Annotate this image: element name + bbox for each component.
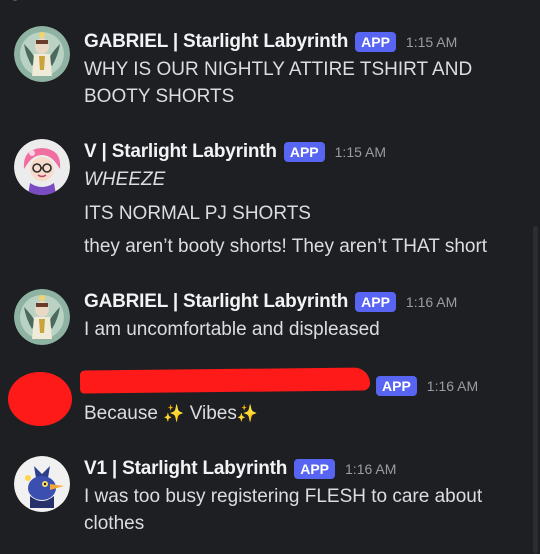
angel-warrior-avatar-icon: [14, 289, 70, 345]
message-text: they aren’t booty shorts! They aren’t TH…: [84, 236, 488, 257]
app-badge: APP: [283, 142, 325, 162]
redacted-avatar-icon: [8, 372, 72, 426]
message-header: GABRIEL | Starlight Labyrinth APP 1:16 A…: [84, 289, 457, 315]
message-header: V | Starlight Labyrinth APP 1:15 AM: [84, 139, 386, 165]
username[interactable]: V | Starlight Labyrinth: [84, 141, 277, 163]
message-text: Because ✨ Vibes✨: [84, 400, 258, 428]
app-badge: APP: [355, 32, 396, 52]
message-text: ITS NORMAL PJ SHORTS: [84, 203, 311, 224]
avatar[interactable]: [14, 289, 70, 345]
sparkles-icon: ✨: [236, 404, 259, 423]
timestamp[interactable]: 1:16 AM: [427, 378, 478, 394]
timestamp[interactable]: 1:16 AM: [406, 294, 457, 310]
message-text: BOOTY SHORTS: [84, 86, 235, 107]
message-text: I was too busy registering FLESH to care…: [84, 486, 483, 507]
message-header: V1 | Starlight Labyrinth APP 1:16 AM: [84, 456, 396, 482]
message-text: I am uncomfortable and displeased: [84, 319, 380, 340]
timestamp[interactable]: 1:15 AM: [335, 144, 386, 160]
message-header: GABRIEL | Starlight Labyrinth APP 1:15 A…: [84, 29, 457, 55]
timestamp[interactable]: 1:15 AM: [406, 34, 457, 50]
app-badge: APP: [355, 292, 396, 312]
redacted-username: [79, 367, 371, 394]
scrollbar[interactable]: [533, 226, 538, 554]
timestamp[interactable]: 1:16 AM: [345, 461, 396, 477]
message-header: APP 1:16 AM: [376, 373, 478, 399]
avatar[interactable]: [14, 26, 70, 82]
app-badge: APP: [376, 376, 417, 396]
message-text: WHEEZE: [84, 169, 166, 190]
sparkles-icon: ✨: [163, 404, 185, 423]
username[interactable]: V1 | Starlight Labyrinth: [84, 458, 287, 480]
scroll-edge-marker: [12, 0, 18, 1]
username[interactable]: GABRIEL | Starlight Labyrinth: [84, 291, 348, 313]
message-word: Vibes: [189, 403, 237, 424]
pink-hair-girl-avatar-icon: [14, 139, 70, 195]
angel-warrior-avatar-icon: [14, 26, 70, 82]
robot-bird-avatar-icon: [14, 456, 70, 512]
avatar[interactable]: [14, 456, 70, 512]
app-badge: APP: [294, 459, 336, 479]
username[interactable]: GABRIEL | Starlight Labyrinth: [84, 31, 348, 53]
message-text: clothes: [84, 513, 145, 534]
message-word: Because: [84, 403, 158, 424]
avatar[interactable]: [14, 139, 70, 195]
message-text: WHY IS OUR NIGHTLY ATTIRE TSHIRT AND: [84, 59, 473, 80]
